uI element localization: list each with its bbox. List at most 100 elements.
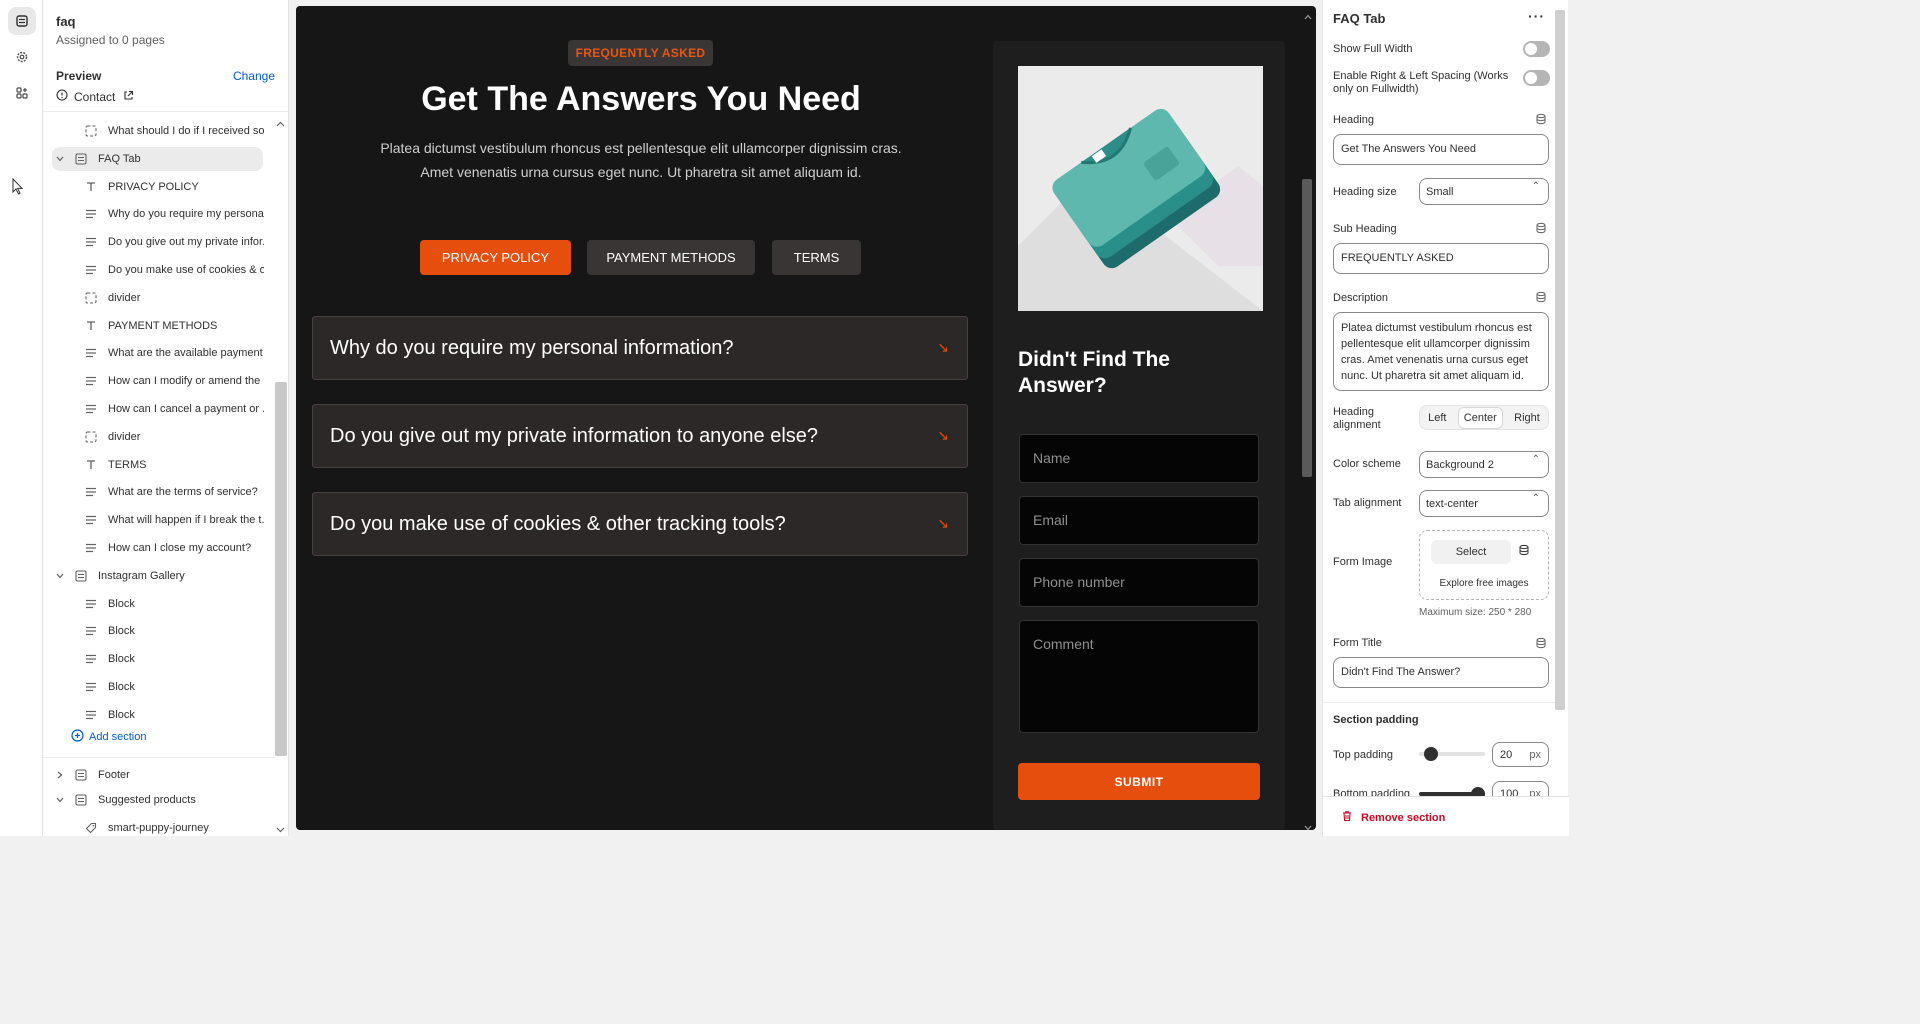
chevron-down-icon[interactable] [1304, 820, 1312, 830]
align-left-option[interactable]: Left [1423, 408, 1451, 428]
chevron-up-icon[interactable] [276, 116, 285, 130]
add-section-button[interactable]: Add section [71, 729, 146, 745]
tab-alignment-select[interactable]: text-center [1419, 490, 1549, 517]
chevron-down-icon[interactable] [56, 152, 64, 166]
database-icon[interactable] [1535, 291, 1547, 303]
tree-item-smart-puppy-journey[interactable]: smart-puppy-journey [84, 816, 209, 840]
submit-button[interactable]: SUBMIT [1018, 763, 1260, 800]
chevron-up-icon[interactable] [1304, 9, 1312, 23]
tree-item[interactable]: Block [84, 647, 264, 671]
tree-item[interactable]: How can I close my account? [84, 536, 264, 560]
tree-item[interactable]: Why do you require my persona... [84, 202, 264, 226]
slider-handle[interactable] [1424, 747, 1438, 761]
tree-item[interactable]: Do you make use of cookies & o... [84, 258, 264, 282]
remove-section-button[interactable]: Remove section [1341, 810, 1445, 825]
add-section-label: Add section [89, 731, 147, 743]
preview-page-label: Contact [74, 89, 116, 104]
dashed-square-icon [84, 430, 98, 444]
lines-icon [84, 680, 98, 694]
name-field[interactable]: Name [1019, 434, 1259, 483]
align-right-option[interactable]: Right [1509, 408, 1545, 428]
explore-images-link[interactable]: Explore free images [1420, 578, 1548, 589]
heading-input[interactable]: Get The Answers You Need [1333, 134, 1549, 165]
description-label: Description [1333, 292, 1389, 304]
faq-question[interactable]: Do you give out my private information t… [312, 404, 968, 468]
tree-item[interactable]: divider [84, 425, 264, 449]
sections-icon[interactable] [8, 7, 36, 35]
database-icon[interactable] [1518, 544, 1530, 559]
faq-heading: Get The Answers You Need [421, 80, 861, 118]
lines-icon [84, 708, 98, 722]
section-icon [74, 768, 88, 782]
show-full-width-toggle[interactable] [1523, 41, 1550, 57]
top-padding-input[interactable]: 20 px [1492, 742, 1549, 767]
tree-item-footer[interactable]: Footer [56, 763, 130, 787]
more-options-icon[interactable]: ··· [1528, 8, 1545, 24]
top-padding-slider[interactable] [1419, 747, 1485, 761]
database-icon[interactable] [1535, 222, 1547, 234]
tree-item[interactable]: Block [84, 675, 264, 699]
tree-item[interactable]: Block [84, 592, 264, 616]
show-full-width-label: Show Full Width [1333, 43, 1413, 55]
faq-question[interactable]: Why do you require my personal informati… [312, 316, 968, 380]
form-title-label: Form Title [1333, 637, 1382, 649]
tree-item-label: Footer [98, 769, 130, 781]
preview-page[interactable]: Contact [56, 89, 275, 104]
chevron-down-icon[interactable] [276, 822, 285, 836]
lines-icon [84, 513, 98, 527]
max-size-hint: Maximum size: 250 * 280 [1419, 607, 1532, 618]
text-icon [84, 180, 98, 194]
tab-terms[interactable]: TERMS [772, 240, 861, 275]
select-image-button[interactable]: Select [1431, 540, 1511, 564]
heading-size-label: Heading size [1333, 186, 1397, 198]
comment-field[interactable]: Comment [1019, 620, 1259, 733]
tab-privacy-policy[interactable]: PRIVACY POLICY [420, 240, 571, 275]
faq-question[interactable]: Do you make use of cookies & other track… [312, 492, 968, 556]
database-icon[interactable] [1535, 113, 1547, 125]
tree-item[interactable]: TERMS [84, 453, 264, 477]
tree-item-suggested-products[interactable]: Suggested products [56, 788, 196, 812]
lines-icon [84, 402, 98, 416]
settings-scrollbar[interactable] [1555, 10, 1565, 710]
tree-item[interactable]: What will happen if I break the t... [84, 508, 264, 532]
tree-scrollbar[interactable] [275, 382, 287, 756]
settings-panel: FAQ Tab ··· Show Full Width Enable Right… [1322, 0, 1569, 836]
tree-item[interactable]: Do you give out my private infor... [84, 230, 264, 254]
tree-item[interactable]: What should I do if I received so... [84, 119, 264, 143]
heading-size-select[interactable]: Small [1419, 178, 1549, 205]
tree-item[interactable]: PRIVACY POLICY [84, 175, 264, 199]
apps-icon[interactable] [8, 79, 36, 107]
tree-item[interactable]: divider [84, 286, 264, 310]
color-scheme-select[interactable]: Background 2 [1419, 451, 1549, 478]
email-field[interactable]: Email [1019, 496, 1259, 545]
panel-title: FAQ Tab [1333, 11, 1386, 26]
align-center-option[interactable]: Center [1457, 406, 1503, 429]
form-title-input[interactable]: Didn't Find The Answer? [1333, 657, 1549, 688]
canvas-scrollbar[interactable] [1302, 179, 1312, 477]
gear-icon[interactable] [8, 43, 36, 71]
tree-item[interactable]: How can I cancel a payment or ... [84, 397, 264, 421]
phone-field[interactable]: Phone number [1019, 558, 1259, 607]
tree-item[interactable]: PAYMENT METHODS [84, 314, 264, 338]
tree-item-label: Block [108, 653, 135, 666]
heading-label: Heading [1333, 114, 1374, 126]
enable-spacing-toggle[interactable] [1523, 70, 1550, 86]
tree-item[interactable]: How can I modify or amend the i... [84, 369, 264, 393]
chevron-right-icon[interactable] [56, 768, 64, 782]
database-icon[interactable] [1535, 637, 1547, 649]
tree-item[interactable]: Instagram Gallery [52, 564, 263, 588]
tree-item[interactable]: Block [84, 703, 264, 727]
subheading-input[interactable]: FREQUENTLY ASKED [1333, 243, 1549, 274]
tree-item[interactable]: What are the available payment ... [84, 341, 264, 365]
tree-item-label: How can I close my account? [108, 542, 252, 554]
description-textarea[interactable]: Platea dictumst vestibulum rhoncus est p… [1333, 312, 1549, 391]
tree-item[interactable]: What are the terms of service? [84, 480, 264, 504]
tab-payment-methods[interactable]: PAYMENT METHODS [587, 240, 755, 275]
chevron-down-icon[interactable] [56, 793, 64, 807]
tree-item[interactable]: FAQ Tab [52, 146, 263, 171]
external-link-icon[interactable] [123, 90, 134, 104]
tree-item[interactable]: Block [84, 619, 264, 643]
change-link[interactable]: Change [233, 69, 275, 83]
chevron-down-icon[interactable] [56, 569, 64, 583]
heading-alignment-control: Left Center Right [1419, 405, 1549, 430]
